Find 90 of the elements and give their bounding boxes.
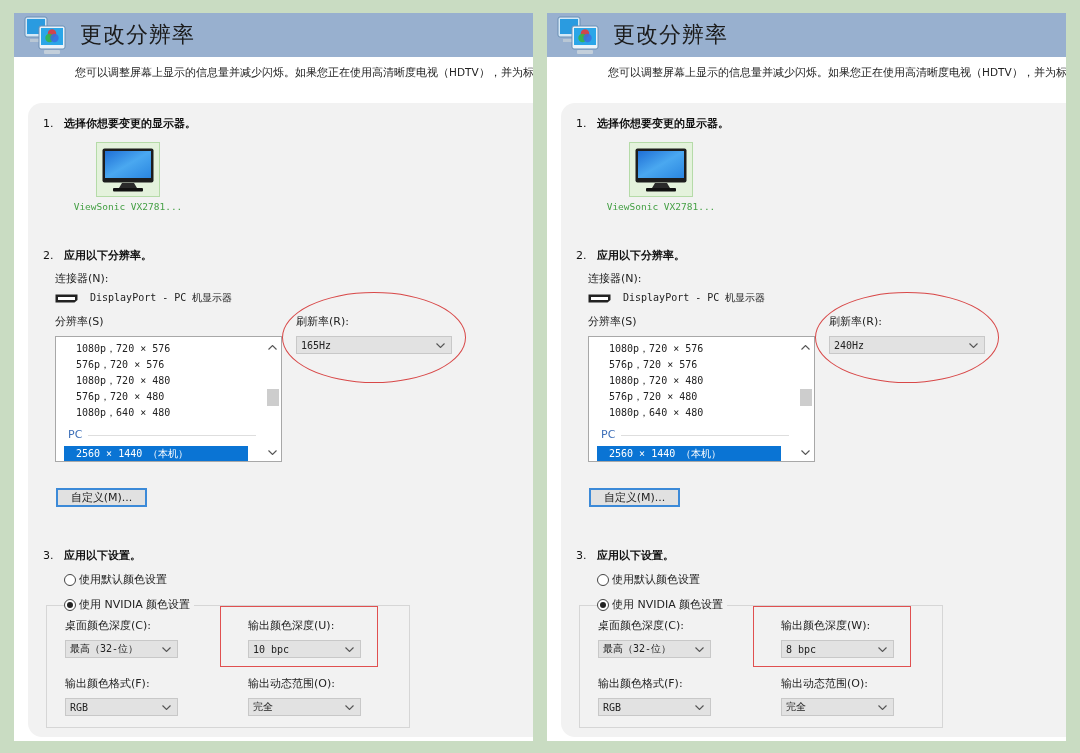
connector-name: DisplayPort - PC 机显示器 [623, 291, 766, 305]
dropdown[interactable]: 最高（32-位） [598, 640, 711, 658]
chevron-down-icon [162, 704, 171, 710]
step-number: 1. [576, 117, 587, 131]
field-label: 刷新率(R): [296, 315, 350, 329]
dropdown[interactable]: 完全 [248, 698, 361, 716]
custom-button[interactable]: 自定义(M)... [56, 488, 147, 507]
field-label: 分辨率(S) [588, 315, 638, 329]
scrollbar-thumb[interactable] [799, 389, 812, 406]
list-item[interactable]: 576p，720 × 480 [597, 389, 781, 405]
list-item[interactable]: 1080p，720 × 576 [597, 341, 781, 357]
scrollbar-thumb[interactable] [266, 389, 279, 406]
chevron-down-icon[interactable] [268, 450, 277, 455]
list-item[interactable]: 1080p，720 × 480 [64, 373, 248, 389]
chevron-down-icon [878, 704, 887, 710]
dropdown[interactable]: RGB [598, 698, 711, 716]
field-label: 桌面颜色深度(C): [65, 619, 152, 633]
field-label: 输出动态范围(O): [781, 677, 869, 691]
step-number: 3. [43, 549, 54, 563]
list-item[interactable]: 2560 × 1440 （本机） [597, 446, 781, 461]
page-title: 更改分辨率 [613, 21, 728, 49]
chevron-down-icon [969, 342, 978, 348]
step-number: 2. [43, 249, 54, 263]
dropdown[interactable]: RGB [65, 698, 178, 716]
display-tile[interactable] [629, 142, 693, 197]
dropdown[interactable]: 完全 [781, 698, 894, 716]
list-item[interactable]: 576p，720 × 576 [597, 357, 781, 373]
step-number: 3. [576, 549, 587, 563]
radio-option[interactable]: 使用 NVIDIA 颜色设置 [64, 598, 191, 612]
field-label: 输出动态范围(O): [248, 677, 336, 691]
two-monitors-icon [24, 15, 66, 55]
chevron-down-icon [345, 646, 354, 652]
step-number: 2. [576, 249, 587, 263]
step-heading: 选择你想要变更的显示器。 [596, 117, 729, 131]
list-item[interactable]: 1080p，640 × 480 [64, 405, 248, 421]
list-item[interactable]: 1080p，720 × 576 [64, 341, 248, 357]
step-heading: 应用以下分辨率。 [63, 249, 152, 263]
step-number: 1. [43, 117, 54, 131]
list-item[interactable]: 576p，720 × 480 [64, 389, 248, 405]
step-heading: 应用以下分辨率。 [596, 249, 685, 263]
monitor-icon [635, 147, 687, 192]
chevron-up-icon[interactable] [268, 345, 277, 350]
dropdown[interactable]: 165Hz [296, 336, 452, 354]
chevron-down-icon [162, 646, 171, 652]
radio-option[interactable]: 使用默认颜色设置 [64, 573, 167, 587]
description-text: 您可以调整屏幕上显示的信息量并减少闪烁。如果您正在使用高清晰度电视（HDTV），并为标 [608, 65, 1066, 79]
two-monitors-icon [557, 15, 599, 55]
chevron-up-icon[interactable] [801, 345, 810, 350]
field-label: 输出颜色深度(U): [248, 619, 336, 633]
list-item[interactable]: 1080p，720 × 480 [597, 373, 781, 389]
field-label: 输出颜色格式(F): [65, 677, 151, 691]
field-label: 刷新率(R): [829, 315, 883, 329]
step-heading: 应用以下设置。 [596, 549, 674, 563]
dropdown[interactable]: 240Hz [829, 336, 985, 354]
chevron-down-icon [695, 704, 704, 710]
display-name: ViewSonic VX2781... [73, 201, 183, 213]
display-name: ViewSonic VX2781... [606, 201, 716, 213]
field-label: 分辨率(S) [55, 315, 105, 329]
resolution-list[interactable]: 1080p，720 × 576 576p，720 × 576 1080p，720 × 480 576p，720 × 480 1080p，640 × 480 PC 2560 × 1440 （本机） [55, 336, 282, 462]
dropdown[interactable]: 8 bpc [781, 640, 894, 658]
field-label: 桌面颜色深度(C): [598, 619, 685, 633]
connector-plug-icon [588, 293, 611, 303]
dropdown[interactable]: 最高（32-位） [65, 640, 178, 658]
list-group-label: PC [68, 428, 83, 442]
description-text: 您可以调整屏幕上显示的信息量并减少闪烁。如果您正在使用高清晰度电视（HDTV），并为标 [75, 65, 533, 79]
step-heading: 选择你想要变更的显示器。 [63, 117, 196, 131]
radio-option[interactable]: 使用 NVIDIA 颜色设置 [597, 598, 724, 612]
field-label: 输出颜色格式(F): [598, 677, 684, 691]
custom-button[interactable]: 自定义(M)... [589, 488, 680, 507]
display-tile[interactable] [96, 142, 160, 197]
chevron-down-icon [436, 342, 445, 348]
list-item[interactable]: 1080p，640 × 480 [597, 405, 781, 421]
radio-option[interactable]: 使用默认颜色设置 [597, 573, 700, 587]
connector-name: DisplayPort - PC 机显示器 [90, 291, 233, 305]
chevron-down-icon [345, 704, 354, 710]
list-item[interactable]: 2560 × 1440 （本机） [64, 446, 248, 461]
field-label: 连接器(N): [588, 272, 642, 286]
chevron-down-icon[interactable] [801, 450, 810, 455]
connector-plug-icon [55, 293, 78, 303]
list-group-label: PC [601, 428, 616, 442]
field-label: 连接器(N): [55, 272, 109, 286]
step-heading: 应用以下设置。 [63, 549, 141, 563]
list-item[interactable]: 576p，720 × 576 [64, 357, 248, 373]
page-title: 更改分辨率 [80, 21, 195, 49]
resolution-list[interactable]: 1080p，720 × 576 576p，720 × 576 1080p，720 × 480 576p，720 × 480 1080p，640 × 480 PC 2560 × 1440 （本机） [588, 336, 815, 462]
chevron-down-icon [878, 646, 887, 652]
chevron-down-icon [695, 646, 704, 652]
dropdown[interactable]: 10 bpc [248, 640, 361, 658]
field-label: 输出颜色深度(W): [781, 619, 872, 633]
monitor-icon [102, 147, 154, 192]
